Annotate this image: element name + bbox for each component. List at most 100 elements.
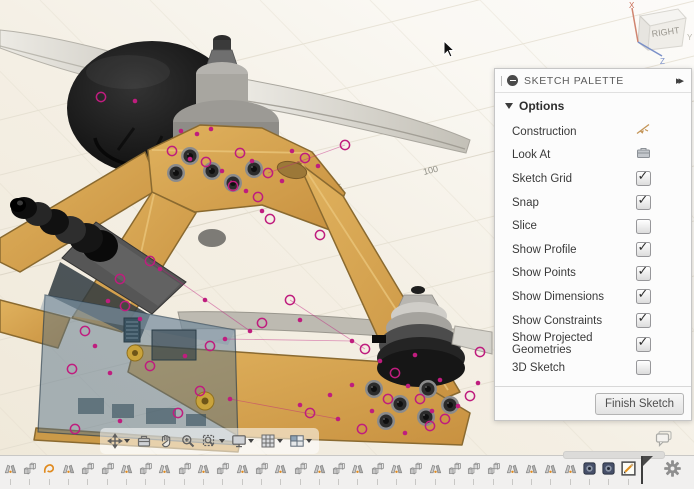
timeline-feature-component[interactable] (254, 461, 269, 476)
timeline-feature-joint[interactable] (312, 461, 327, 476)
settings-gear-icon[interactable] (664, 460, 681, 477)
zoom-window-caret[interactable] (219, 439, 225, 443)
display-settings-caret[interactable] (248, 439, 254, 443)
sketch-point[interactable] (137, 316, 143, 322)
sketch-point[interactable] (92, 343, 98, 349)
option-row-construction[interactable]: Construction (495, 120, 691, 144)
sketch-point[interactable] (157, 266, 163, 272)
sketch-point[interactable] (202, 297, 208, 303)
timeline-feature-joint[interactable] (563, 461, 578, 476)
timeline-feature-joint[interactable] (119, 461, 134, 476)
show-constraints-checkbox[interactable] (636, 310, 651, 329)
option-row-sketch-grid[interactable]: Sketch Grid (495, 167, 691, 191)
timeline-feature-component[interactable] (22, 461, 37, 476)
expand-panel-icon[interactable]: ▸▸ (676, 74, 684, 87)
comment-bubble-icon[interactable] (655, 430, 673, 447)
timeline-feature-component[interactable] (331, 461, 346, 476)
option-row-show-dimensions[interactable]: Show Dimensions (495, 285, 691, 309)
option-row-show-profile[interactable]: Show Profile (495, 238, 691, 262)
timeline-feature-component[interactable] (80, 461, 95, 476)
sketch-point[interactable] (349, 338, 355, 344)
timeline-feature-sketch-orange[interactable] (42, 461, 57, 476)
sketch-point[interactable] (429, 408, 435, 414)
timeline-feature-joint[interactable] (428, 461, 443, 476)
show-points-checkbox[interactable] (636, 263, 651, 281)
sketch-palette-header[interactable]: SKETCH PALETTE ▸▸ (495, 69, 691, 93)
sketch-point[interactable] (219, 168, 225, 174)
sketch-point[interactable] (243, 188, 249, 194)
timeline-feature-component[interactable] (293, 461, 308, 476)
sketch-point[interactable] (289, 148, 295, 154)
sketch-point[interactable] (178, 128, 184, 134)
timeline-feature-joint[interactable] (389, 461, 404, 476)
sketch-point[interactable] (182, 353, 188, 359)
sketch-point[interactable] (187, 156, 193, 162)
sketch-point[interactable] (349, 382, 355, 388)
construction-icon[interactable] (635, 122, 651, 141)
orbit-caret[interactable] (124, 439, 130, 443)
sketch-point[interactable] (208, 126, 214, 132)
option-row-slice[interactable]: Slice (495, 214, 691, 238)
sketch-point[interactable] (259, 208, 265, 214)
sketch-point[interactable] (222, 336, 228, 342)
look-at-icon[interactable] (136, 433, 152, 449)
timeline-feature-component[interactable] (486, 461, 501, 476)
sketch-point[interactable] (132, 98, 138, 104)
sketch-point[interactable] (369, 408, 375, 414)
show-projected-geometries-checkbox[interactable] (636, 334, 651, 352)
sketch-point[interactable] (297, 317, 303, 323)
zoom-window-icon[interactable] (202, 433, 225, 449)
sketch-point[interactable] (405, 383, 411, 389)
sketch-point[interactable] (117, 418, 123, 424)
timeline-feature-joint[interactable] (196, 461, 211, 476)
sketch-grid-checkbox[interactable] (636, 168, 651, 187)
sketch-point[interactable] (107, 370, 113, 376)
timeline-feature-component[interactable] (370, 461, 385, 476)
sketch-point[interactable] (247, 328, 253, 334)
timeline-feature-component[interactable] (447, 461, 462, 476)
grid-display-caret[interactable] (277, 439, 283, 443)
sketch-point[interactable] (437, 377, 443, 383)
sketch-point[interactable] (249, 158, 255, 164)
slice-checkbox[interactable] (636, 218, 651, 234)
sketch-point[interactable] (105, 298, 111, 304)
sketch-point[interactable] (315, 163, 321, 169)
pan-hand-icon[interactable] (158, 433, 174, 449)
zoom-icon[interactable] (180, 433, 196, 449)
sketch-point[interactable] (455, 403, 461, 409)
viewports-icon[interactable] (289, 433, 312, 449)
lookat-icon[interactable] (636, 146, 651, 164)
3d-sketch-checkbox[interactable] (636, 360, 651, 376)
sketch-point[interactable] (194, 131, 200, 137)
timeline-feature-joint[interactable] (350, 461, 365, 476)
finish-sketch-button[interactable]: Finish Sketch (594, 392, 684, 415)
timeline-feature-joint[interactable] (61, 461, 76, 476)
show-profile-checkbox[interactable] (636, 239, 651, 258)
timeline-feature-joint[interactable] (235, 461, 250, 476)
timeline-feature-component[interactable] (177, 461, 192, 476)
timeline-feature-joint[interactable] (524, 461, 539, 476)
show-dimensions-checkbox[interactable] (636, 286, 651, 305)
timeline-playhead-flag[interactable] (643, 456, 653, 466)
option-row-look-at[interactable]: Look At (495, 144, 691, 168)
sketch-point[interactable] (377, 358, 383, 364)
grid-display-icon[interactable] (260, 433, 283, 449)
orbit-icon[interactable] (107, 433, 130, 449)
timeline-feature-joint[interactable] (157, 461, 172, 476)
option-row-show-points[interactable]: Show Points (495, 262, 691, 286)
option-row-show-constraints[interactable]: Show Constraints (495, 309, 691, 333)
timeline-feature-sketch-active[interactable] (620, 461, 636, 476)
collapse-panel-icon[interactable] (507, 75, 518, 86)
sketch-point[interactable] (297, 402, 303, 408)
option-row-show-projected-geometries[interactable]: Show Projected Geometries (495, 332, 691, 356)
timeline-feature-joint[interactable] (273, 461, 288, 476)
sketch-point[interactable] (227, 396, 233, 402)
sketch-point[interactable] (402, 430, 408, 436)
timeline-feature-component[interactable] (138, 461, 153, 476)
option-row-3d-sketch[interactable]: 3D Sketch (495, 356, 691, 380)
sketch-point[interactable] (412, 352, 418, 358)
display-settings-icon[interactable] (231, 433, 254, 449)
timeline-feature-component[interactable] (215, 461, 230, 476)
options-section-header[interactable]: Options (495, 93, 691, 117)
view-cube[interactable]: RIGHT X Y Z (618, 0, 694, 70)
